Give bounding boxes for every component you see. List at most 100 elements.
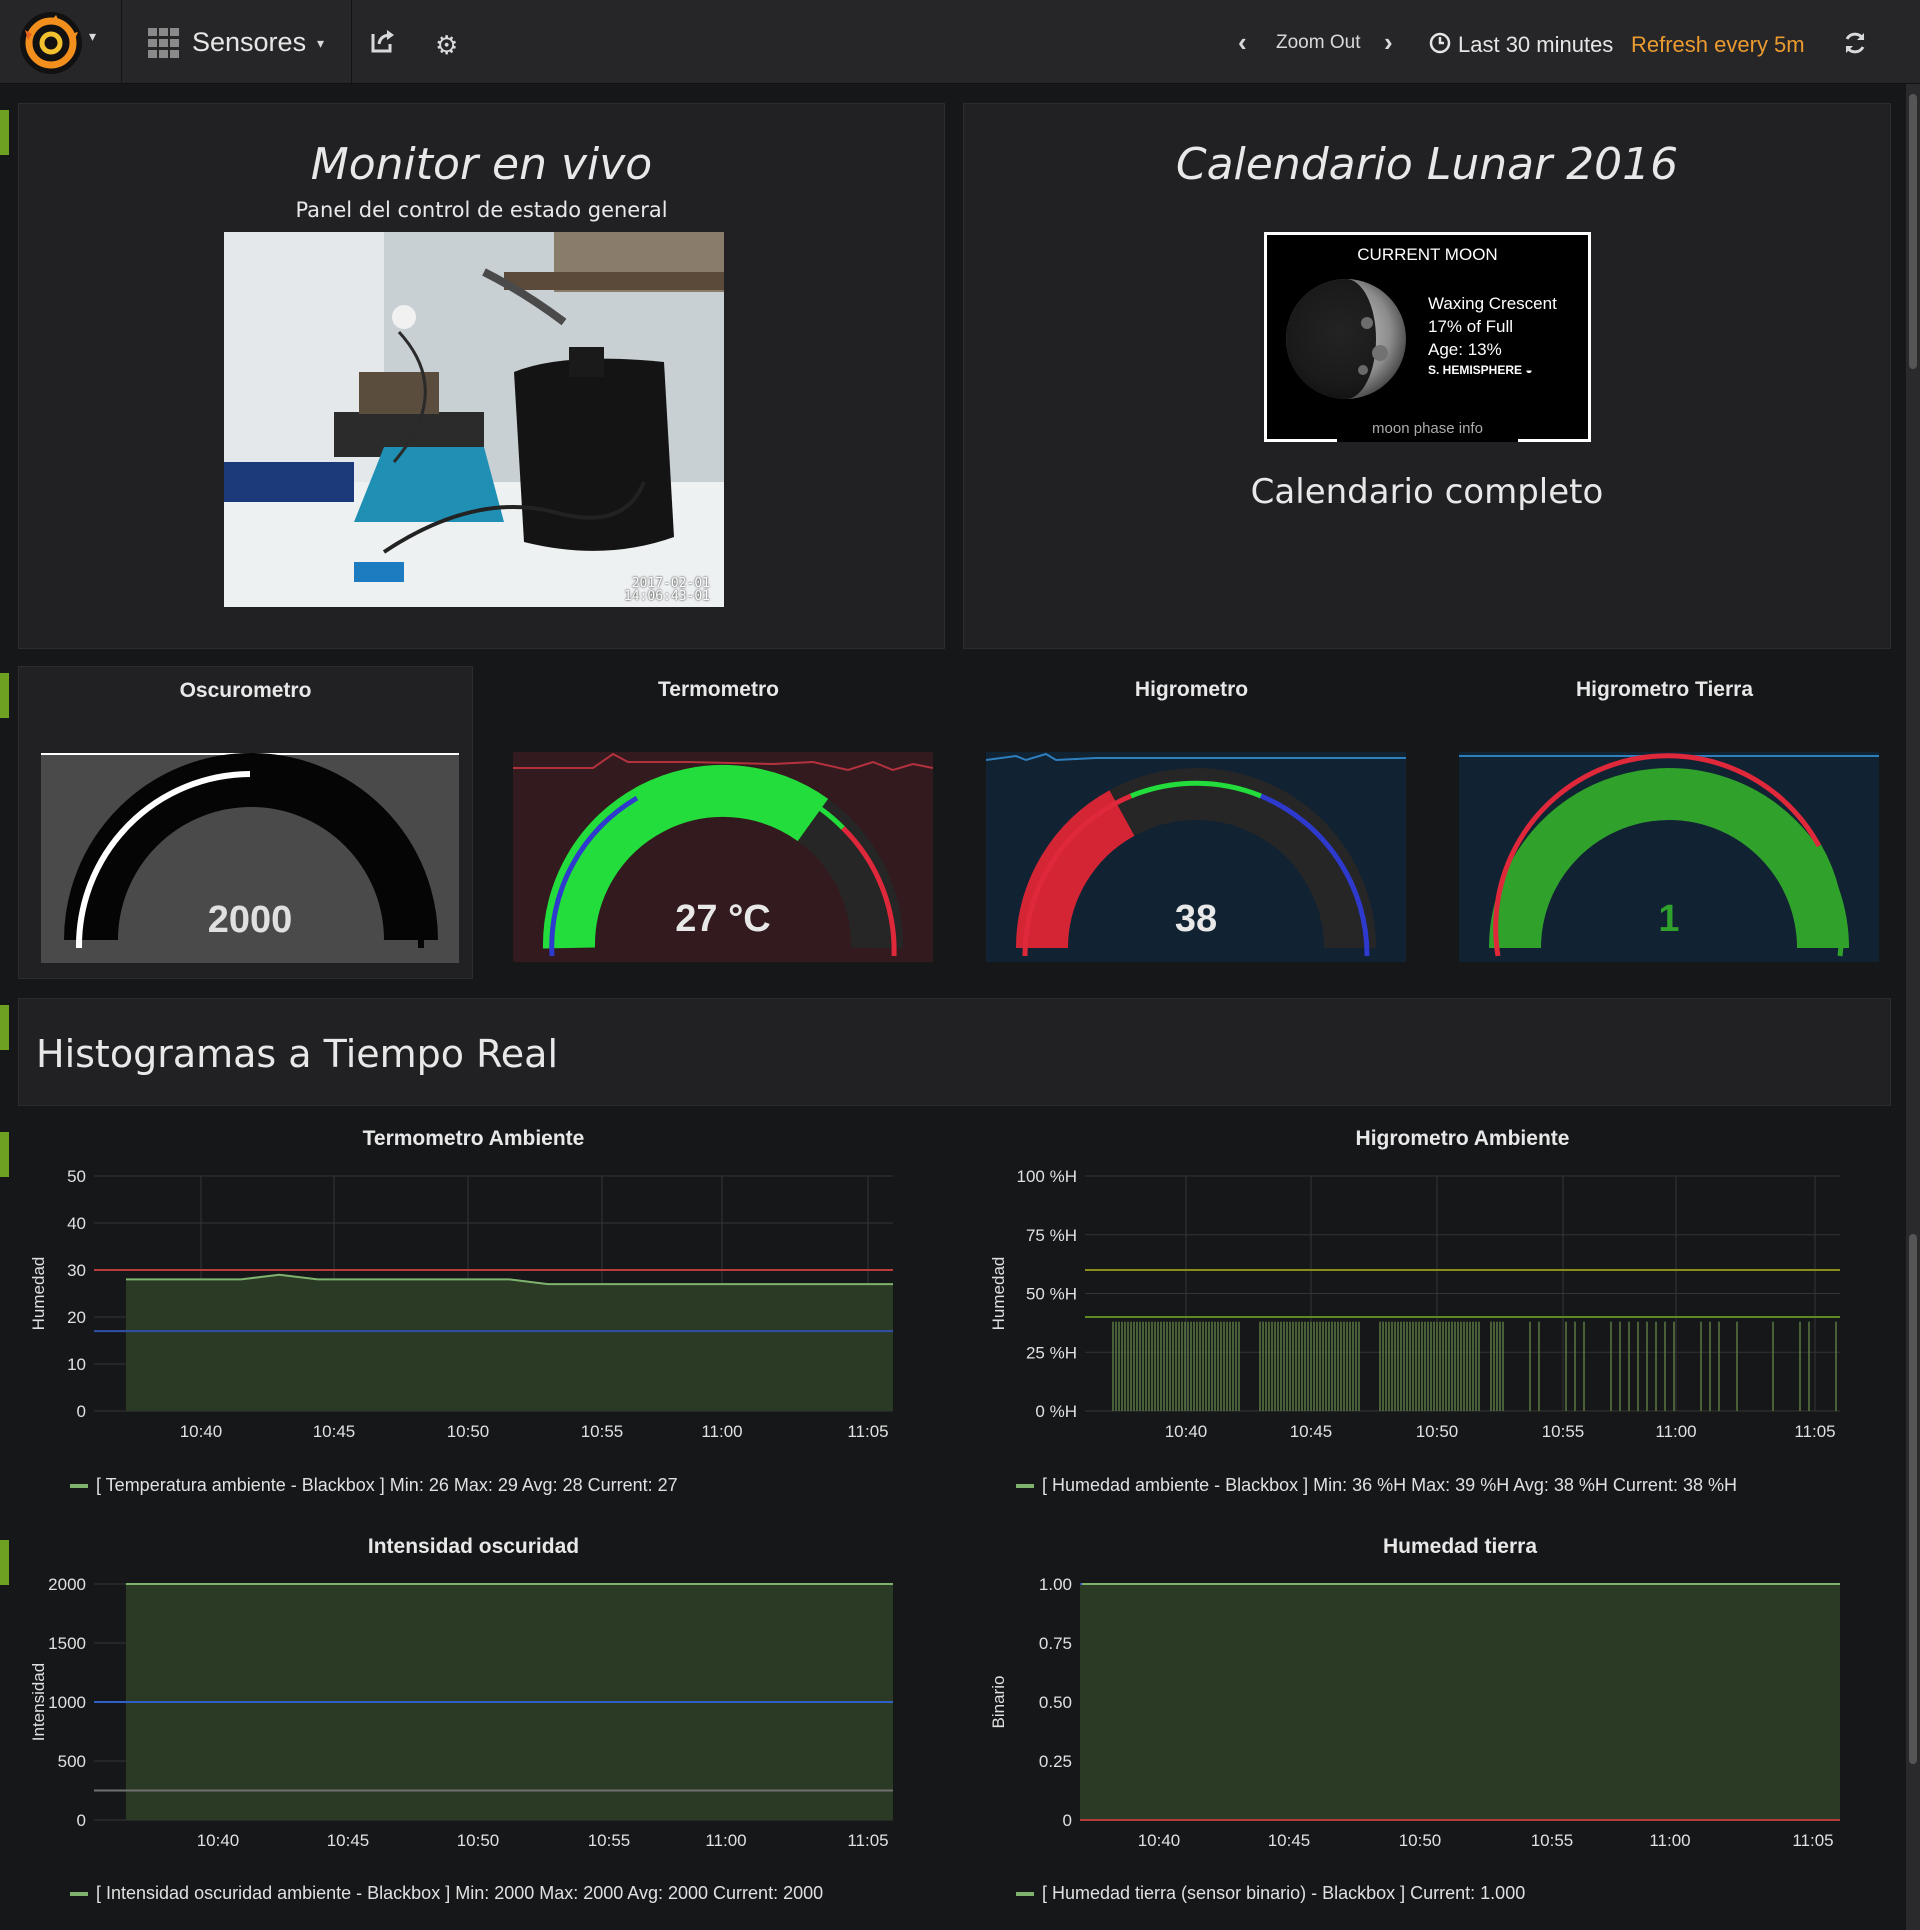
chart-1: Termometro Ambiente 50 40 30 20 10 0 10:40 10:45…: [29, 1127, 893, 1441]
x-tick-label: 10:45: [1268, 1831, 1311, 1850]
x-tick-label: 11:05: [847, 1831, 888, 1850]
chart-title: Higrometro Ambiente: [1356, 1127, 1570, 1150]
y-tick-label: 20: [67, 1308, 86, 1327]
page-scrollbar[interactable]: [1906, 84, 1920, 1930]
chart-legend[interactable]: [ Intensidad oscuridad ambiente - Blackb…: [70, 1883, 823, 1904]
chart-legend[interactable]: [ Humedad tierra (sensor binario) - Blac…: [1016, 1883, 1525, 1904]
x-tick-label: 10:45: [313, 1422, 356, 1441]
legend-text: [ Humedad ambiente - Blackbox ] Min: 36 …: [1042, 1475, 1737, 1495]
dashboard-title-button[interactable]: Sensores: [192, 27, 306, 58]
x-tick-label: 10:45: [327, 1831, 370, 1850]
x-tick-label: 11:05: [1794, 1422, 1835, 1441]
moon-age: Age: 13%: [1428, 340, 1502, 359]
y-axis-label: Humedad: [989, 1257, 1008, 1331]
time-forward-chevron-icon[interactable]: ›: [1384, 27, 1393, 58]
y-tick-label: 0.50: [1039, 1693, 1072, 1712]
x-tick-label: 11:00: [1649, 1831, 1690, 1850]
gauge-oscurometro: 2000: [41, 753, 459, 963]
camera-feed-image: 2017-02-01 14:06:43-01: [224, 232, 724, 607]
chart-legend[interactable]: [ Temperatura ambiente - Blackbox ] Min:…: [70, 1475, 678, 1496]
live-monitor-subtitle: Panel del control de estado general: [295, 198, 668, 222]
y-tick-label: 0: [77, 1811, 86, 1830]
gauge-higrometro: 38: [986, 752, 1406, 962]
y-tick-label: 2000: [48, 1575, 86, 1594]
chart-title: Termometro Ambiente: [363, 1127, 585, 1150]
page-scrollbar-thumb[interactable]: [1909, 94, 1917, 369]
gauge-title: Higrometro Tierra: [1576, 678, 1753, 701]
y-tick-label: 0: [77, 1402, 86, 1421]
moon-widget-header: CURRENT MOON: [1357, 245, 1498, 264]
y-axis-label: Binario: [989, 1676, 1008, 1729]
top-navbar: ▾ Sensores ▾ ⚙ ‹ Zoom Out › Last 30 minu…: [0, 0, 1920, 84]
zoom-out-button[interactable]: Zoom Out: [1276, 32, 1360, 54]
y-tick-label: 50: [67, 1167, 86, 1186]
moon-hemisphere: S. HEMISPHERE: [1428, 363, 1523, 377]
gauge-title: Oscurometro: [179, 679, 312, 702]
gauge-panel-higrometro: Higrometro 38: [964, 666, 1419, 979]
live-monitor-title: Monitor en vivo: [310, 139, 653, 190]
camera-timestamp: 2017-02-01 14:06:43-01: [623, 576, 710, 604]
time-range-picker[interactable]: Last 30 minutes: [1458, 32, 1613, 58]
x-tick-label: 11:00: [701, 1422, 742, 1441]
y-tick-label: 25 %H: [1026, 1343, 1077, 1362]
settings-gear-icon[interactable]: ⚙: [435, 30, 458, 61]
x-tick-label: 11:00: [1655, 1422, 1696, 1441]
clock-icon: [1429, 32, 1451, 59]
section-title: Histogramas a Tiempo Real: [36, 1032, 559, 1076]
page-scrollbar-thumb-lower[interactable]: [1909, 1234, 1917, 1764]
x-tick-label: 10:40: [1138, 1831, 1181, 1850]
y-tick-label: 100 %H: [1017, 1167, 1077, 1186]
y-tick-label: 75 %H: [1026, 1226, 1077, 1245]
dashboard-chevron-down-icon[interactable]: ▾: [317, 35, 324, 52]
moon-calendar-title: Calendario Lunar 2016: [1175, 139, 1679, 190]
row-handle-3[interactable]: [0, 1005, 9, 1050]
time-back-chevron-icon[interactable]: ‹: [1238, 27, 1247, 58]
x-tick-label: 10:55: [588, 1831, 631, 1850]
grafana-logo-icon[interactable]: [20, 12, 82, 74]
x-tick-label: 11:05: [847, 1422, 888, 1441]
share-icon[interactable]: [370, 28, 396, 59]
row-handle-2[interactable]: [0, 673, 9, 718]
gauge-panel-higrometro-tierra: Higrometro Tierra 1: [1437, 666, 1892, 979]
full-calendar-link[interactable]: Calendario completo: [964, 472, 1890, 512]
chart-3: Intensidad oscuridad 2000 1500 1000 500 0 10:4…: [29, 1535, 893, 1850]
dashboard-grid-icon: [148, 28, 180, 63]
x-tick-label: 10:55: [1531, 1831, 1574, 1850]
y-tick-label: 500: [58, 1752, 86, 1771]
row-handle-5[interactable]: [0, 1540, 9, 1585]
chart-title: Intensidad oscuridad: [368, 1535, 579, 1558]
refresh-interval[interactable]: Refresh every 5m: [1631, 32, 1805, 58]
gauge-termometro: 27 °C: [513, 752, 933, 962]
y-tick-label: 0: [1063, 1811, 1072, 1830]
legend-text: [ Humedad tierra (sensor binario) - Blac…: [1042, 1883, 1526, 1903]
legend-swatch: [70, 1484, 88, 1489]
series-line: [125, 1273, 893, 1286]
gauge-value: 27 °C: [675, 898, 771, 940]
refresh-icon[interactable]: [1842, 30, 1868, 61]
y-tick-label: 40: [67, 1214, 86, 1233]
y-tick-label: 1.00: [1039, 1575, 1072, 1594]
series-area: [125, 1274, 893, 1411]
row-handle-1[interactable]: [0, 110, 9, 155]
x-tick-label: 10:40: [197, 1831, 240, 1850]
gauge-higrometro-tierra: 1: [1459, 752, 1879, 962]
gauge-title: Higrometro: [1134, 678, 1249, 701]
moon-percent-full: 17% of Full: [1428, 317, 1514, 336]
current-moon-widget[interactable]: CURRENT MOON Waxing Crescent 17% of Full…: [1264, 232, 1591, 442]
y-tick-label: 1000: [48, 1693, 86, 1712]
legend-swatch: [1016, 1892, 1034, 1897]
row-handle-4[interactable]: [0, 1132, 9, 1177]
x-tick-label: 10:50: [447, 1422, 490, 1441]
section-header-panel: Histogramas a Tiempo Real: [18, 998, 1891, 1106]
x-tick-label: 11:00: [705, 1831, 746, 1850]
y-tick-label: 30: [67, 1261, 86, 1280]
chevron-down-icon[interactable]: ▾: [89, 28, 96, 45]
y-tick-label: 10: [67, 1355, 86, 1374]
gauge-value: 1: [1658, 898, 1680, 940]
legend-text: [ Temperatura ambiente - Blackbox ] Min:…: [96, 1475, 678, 1495]
chart-legend[interactable]: [ Humedad ambiente - Blackbox ] Min: 36 …: [1016, 1475, 1737, 1496]
moon-phase-info-link[interactable]: moon phase info: [1337, 416, 1518, 442]
moon-phase-icon: [1285, 278, 1407, 400]
x-tick-label: 11:05: [1792, 1831, 1833, 1850]
moon-calendar-panel: Calendario Lunar 2016 CURRENT MOON Waxin…: [963, 103, 1891, 649]
